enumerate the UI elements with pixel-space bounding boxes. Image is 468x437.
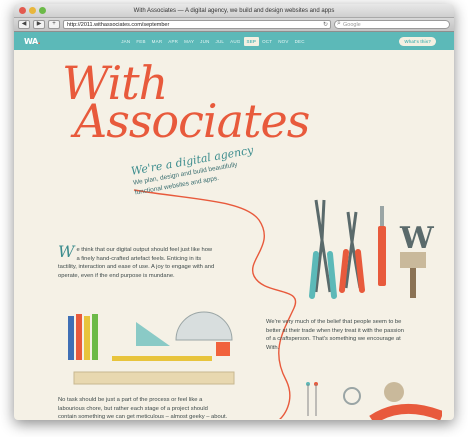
forward-button[interactable]: ▶ xyxy=(33,20,45,29)
craftsperson-paragraph: We're very much of the belief that peopl… xyxy=(266,319,404,351)
craft-knife-icon xyxy=(378,206,386,286)
tab-jul[interactable]: JUL xyxy=(213,37,228,46)
search-field[interactable]: Google xyxy=(334,20,450,29)
pliers-icon xyxy=(309,199,337,299)
craft-tools-illustration: W xyxy=(309,199,435,299)
site-logo[interactable]: WA. xyxy=(24,36,41,46)
logo-text: WA xyxy=(24,36,38,46)
brand-wordmark: With Associates xyxy=(62,60,310,148)
tagline: We're a digital agency We plan, design a… xyxy=(130,143,258,197)
site-navigation: WA. JAN FEB MAR APR MAY JUN JUL AUG SEP OCT NOV DEC… xyxy=(14,32,454,50)
thimble-icon xyxy=(343,387,361,405)
address-bar-url: http://2011.withassociates.com/september xyxy=(67,22,170,28)
tab-dec[interactable]: DEC xyxy=(292,37,308,46)
protractor-icon xyxy=(175,311,233,341)
tab-mar[interactable]: MAR xyxy=(149,37,166,46)
crayons-icon xyxy=(68,314,98,360)
sewing-illustration xyxy=(306,382,442,420)
tab-jan[interactable]: JAN xyxy=(118,37,133,46)
process-paragraph: No task should be just a part of the pro… xyxy=(58,397,228,420)
reload-icon[interactable]: ↻ xyxy=(323,21,328,29)
title-bar: With Associates — A digital agency, we b… xyxy=(14,4,454,18)
tab-may[interactable]: MAY xyxy=(181,37,197,46)
eraser-icon xyxy=(216,342,230,356)
close-window-button[interactable] xyxy=(19,7,26,14)
month-tabs: JAN FEB MAR APR MAY JUN JUL AUG SEP OCT NOV DEC xyxy=(118,36,308,46)
browser-window: With Associates — A digital agency, we b… xyxy=(14,4,454,420)
whats-this-button[interactable]: What's this? xyxy=(399,37,436,46)
pencil-icon xyxy=(112,356,212,361)
wire-cutter-icon xyxy=(339,211,365,293)
tab-jun[interactable]: JUN xyxy=(197,37,212,46)
mallet-icon xyxy=(400,252,426,298)
zoom-window-button[interactable] xyxy=(39,7,46,14)
add-bookmark-button[interactable]: + xyxy=(48,20,60,29)
intro-paragraph: We think that our digital output should … xyxy=(58,242,216,280)
minimize-window-button[interactable] xyxy=(29,7,36,14)
logo-dot: . xyxy=(37,36,41,46)
drop-cap: W xyxy=(58,242,75,261)
address-bar[interactable]: http://2011.withassociates.com/september… xyxy=(63,20,331,29)
fabric-icon xyxy=(369,403,442,420)
drawing-tools-illustration xyxy=(68,311,235,385)
tab-nov[interactable]: NOV xyxy=(275,37,291,46)
tab-oct[interactable]: OCT xyxy=(259,37,275,46)
back-button[interactable]: ◀ xyxy=(18,20,30,29)
page-content: With Associates We're a digital agency W… xyxy=(14,50,454,420)
intro-paragraph-text: e think that our digital output should f… xyxy=(58,247,215,279)
ruler-icon xyxy=(73,371,235,385)
brand-line-2: Associates xyxy=(74,94,310,148)
button-icon xyxy=(384,382,404,402)
tab-feb[interactable]: FEB xyxy=(133,37,148,46)
w-letter-block-icon: W xyxy=(399,221,435,256)
tab-aug[interactable]: AUG xyxy=(227,37,243,46)
pins-icon xyxy=(306,382,318,416)
window-controls xyxy=(19,7,46,14)
browser-toolbar: ◀ ▶ + http://2011.withassociates.com/sep… xyxy=(14,18,454,32)
tab-apr[interactable]: APR xyxy=(165,37,181,46)
set-square-icon xyxy=(136,322,170,346)
window-title: With Associates — A digital agency, we b… xyxy=(133,7,335,14)
tab-sep[interactable]: SEP xyxy=(243,36,260,46)
